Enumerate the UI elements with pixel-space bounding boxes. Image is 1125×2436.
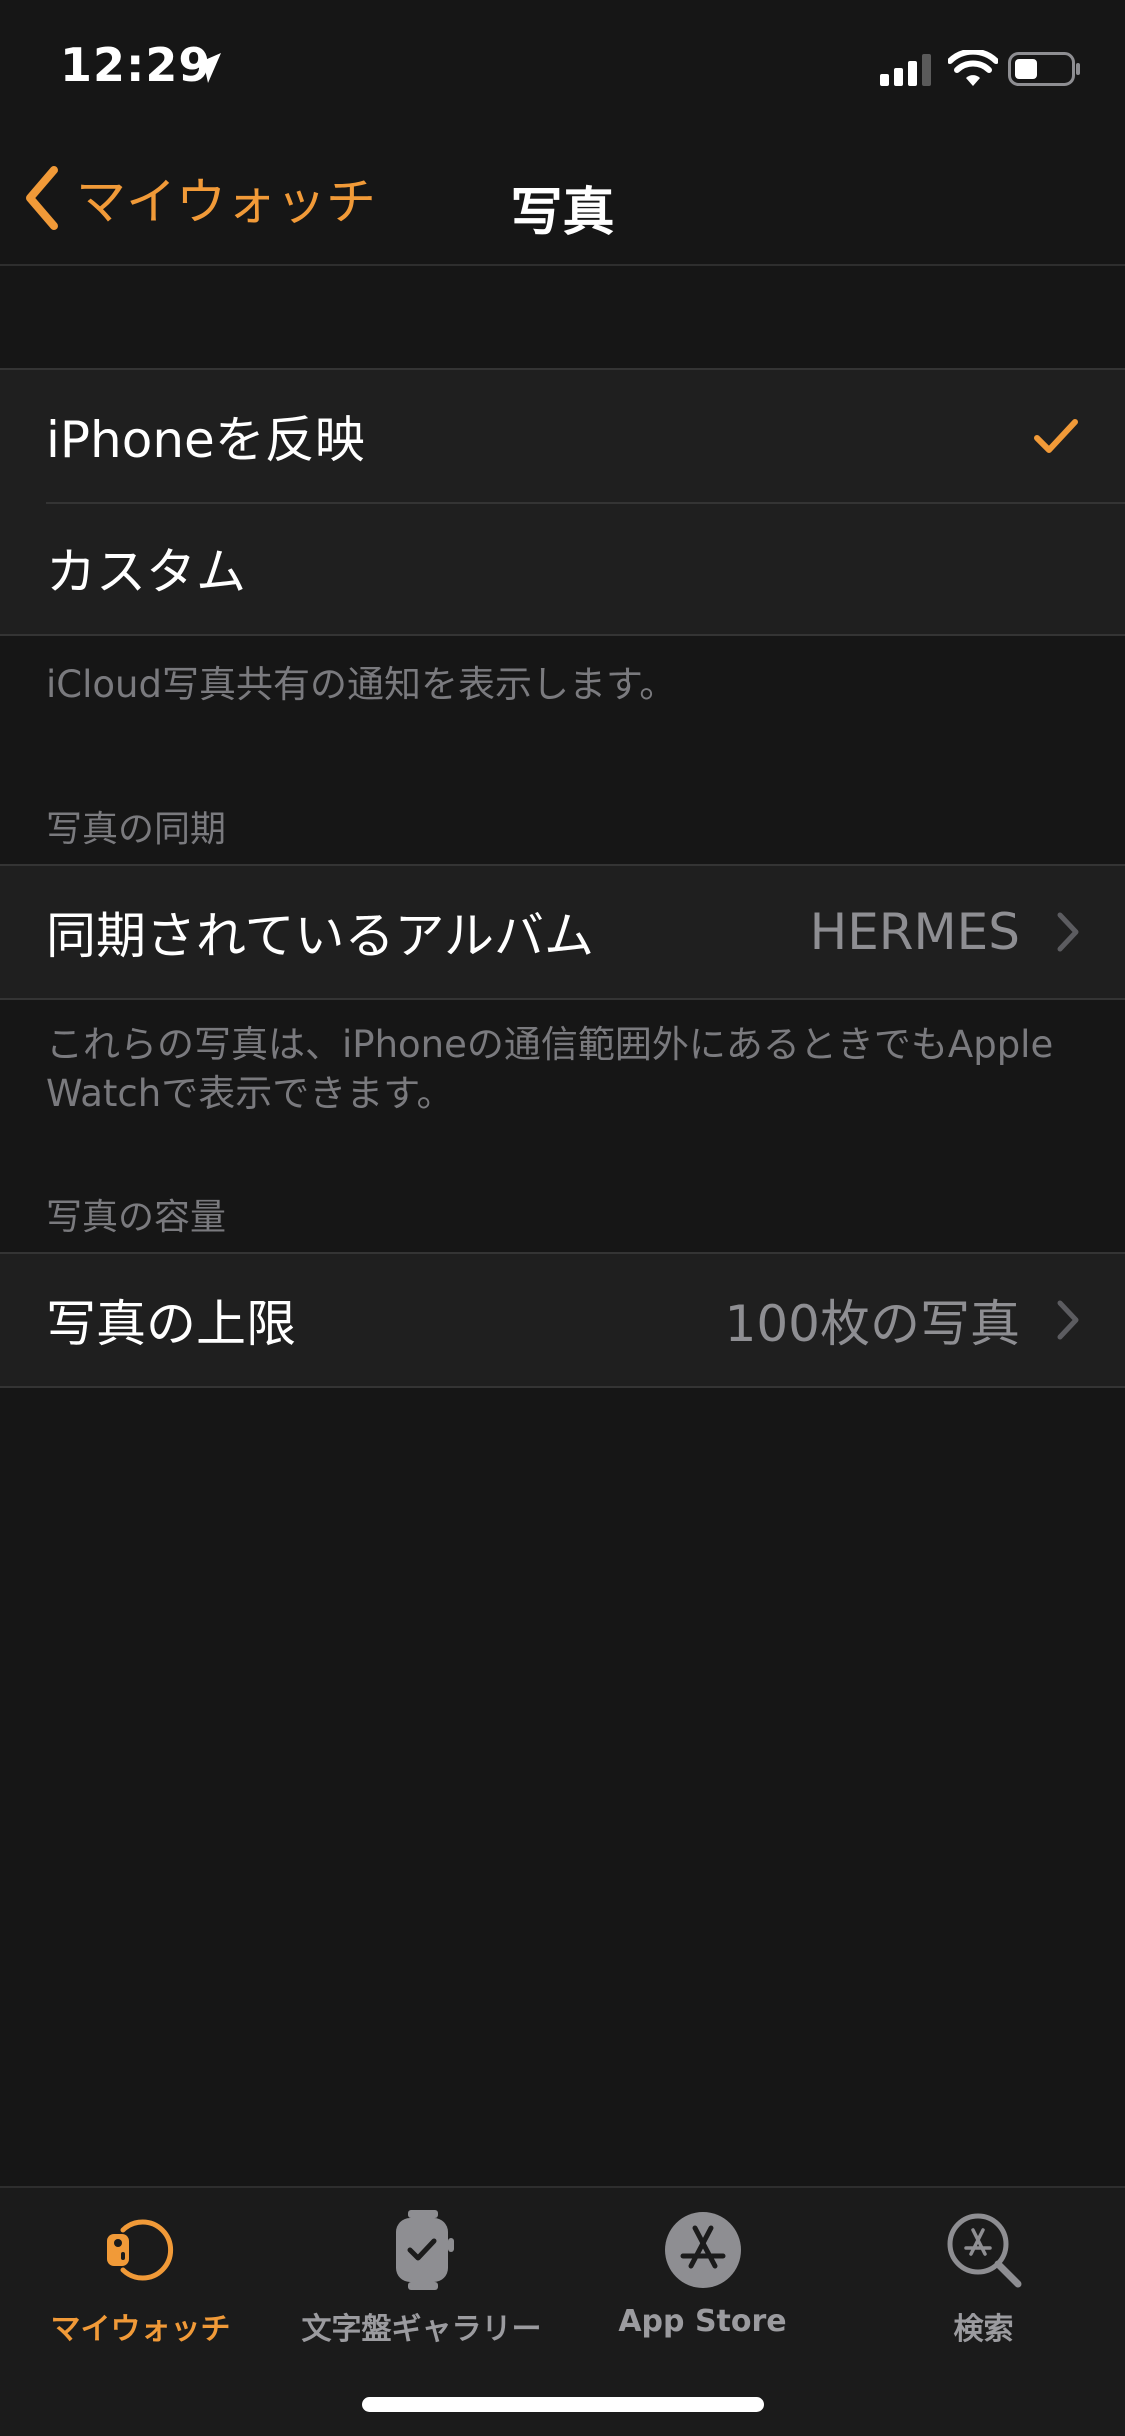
option-label: カスタム [46, 543, 246, 601]
navigation-bar: マイウォッチ 写真 [0, 132, 1125, 266]
option-label: iPhoneを反映 [46, 411, 365, 469]
battery-icon [1008, 52, 1080, 86]
photo-limit-value: 100枚の写真 [724, 1295, 1020, 1353]
cellular-signal-icon [880, 54, 931, 86]
screen: 12:29 マイウォッチ 写真 iPhoneを反映 カスタム iCloud写真共… [0, 0, 1125, 2436]
synced-album-value: HERMES [809, 903, 1020, 961]
photo-source-group: iPhoneを反映 カスタム [0, 368, 1125, 636]
tab-label: 文字盤ギャラリー [301, 2312, 542, 2347]
synced-album-row[interactable]: 同期されているアルバム HERMES [0, 866, 1125, 998]
tab-face-gallery[interactable]: 文字盤ギャラリー [281, 2188, 562, 2358]
tab-search[interactable]: 検索 [843, 2188, 1124, 2358]
wifi-icon [948, 50, 998, 86]
face-gallery-icon [395, 2210, 454, 2290]
chevron-right-icon [1057, 912, 1079, 952]
capacity-group: 写真の上限 100枚の写真 [0, 1252, 1125, 1388]
status-bar: 12:29 [0, 0, 1125, 132]
option-custom[interactable]: カスタム [0, 502, 1125, 634]
tab-label: App Store [618, 2304, 787, 2339]
home-indicator[interactable] [362, 2397, 764, 2412]
photo-source-footer: iCloud写真共有の通知を表示します。 [46, 663, 677, 706]
tab-my-watch[interactable]: マイウォッチ [0, 2188, 281, 2358]
location-arrow-icon [191, 53, 221, 83]
tab-label: 検索 [953, 2312, 1014, 2347]
option-mirror-iphone[interactable]: iPhoneを反映 [0, 370, 1125, 502]
photo-limit-label: 写真の上限 [46, 1295, 296, 1353]
tab-label: マイウォッチ [50, 2312, 231, 2347]
photo-limit-row[interactable]: 写真の上限 100枚の写真 [0, 1254, 1125, 1386]
sync-group: 同期されているアルバム HERMES [0, 864, 1125, 1000]
sync-section-header: 写真の同期 [46, 809, 227, 850]
my-watch-icon [106, 2219, 173, 2281]
app-store-icon [664, 2212, 741, 2288]
tab-app-store[interactable]: App Store [562, 2188, 843, 2358]
capacity-section-header: 写真の容量 [46, 1197, 227, 1238]
page-title: 写真 [510, 183, 615, 243]
checkmark-icon [1034, 419, 1078, 453]
sync-footer: これらの写真は、iPhoneの通信範囲外にあるときでもApple Watchで表… [46, 1023, 1054, 1115]
search-icon [947, 2213, 1021, 2288]
chevron-right-icon [1057, 1300, 1079, 1340]
synced-album-label: 同期されているアルバム [46, 907, 594, 965]
